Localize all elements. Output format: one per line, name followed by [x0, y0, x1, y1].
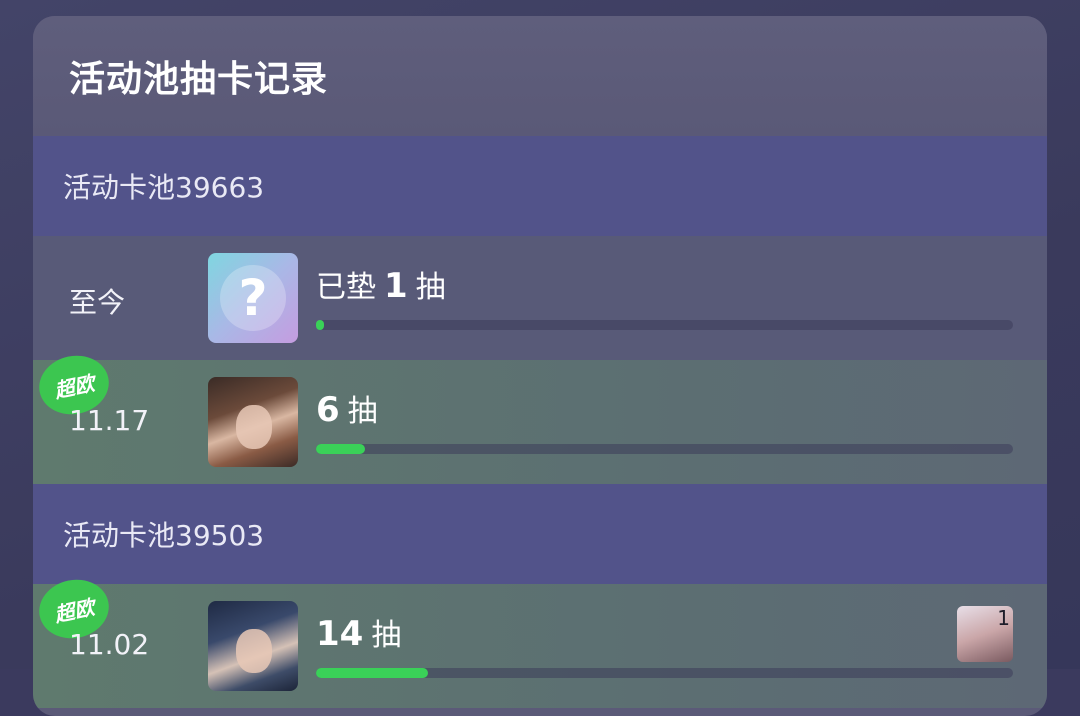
pity-progress-fill: [316, 320, 324, 330]
record-date: 11.17: [69, 404, 150, 437]
pull-count-number: 6: [316, 390, 340, 430]
pull-count-prefix: 已垫: [316, 270, 376, 305]
character-card-thumbnail[interactable]: [208, 377, 298, 467]
pity-progress-fill: [316, 668, 428, 678]
card-header: 活动池抽卡记录: [33, 16, 1047, 136]
pull-count-number: 14: [316, 614, 364, 654]
pull-count: 6 抽: [316, 386, 378, 430]
pity-progress-bar: [316, 668, 1013, 678]
pity-progress-bar: [316, 320, 1013, 330]
extra-card-thumbnail[interactable]: 1: [957, 606, 1013, 662]
question-mark-icon: ?: [220, 265, 286, 331]
pity-progress-fill: [316, 444, 365, 454]
pool-name: 活动卡池39663: [63, 171, 265, 204]
character-card-thumbnail[interactable]: [208, 601, 298, 691]
pull-count-unit: 抽: [415, 270, 446, 305]
record-date: 至今: [69, 286, 126, 319]
pull-count-number: 1: [384, 266, 408, 306]
record-row-lucky[interactable]: 超欧 11.17 6 抽: [33, 349, 1047, 484]
gacha-record-card: 活动池抽卡记录 活动卡池39663 至今 ? 已垫 1 抽 超欧 11.17 6…: [33, 16, 1047, 716]
pull-count-unit: 抽: [347, 394, 378, 429]
page: 活动池抽卡记录 活动卡池39663 至今 ? 已垫 1 抽 超欧 11.17 6…: [0, 0, 1080, 716]
character-portrait-icon: [236, 405, 272, 449]
record-date: 11.02: [69, 628, 150, 661]
pool-header[interactable]: 活动卡池39663: [33, 136, 1047, 236]
pity-progress-bar: [316, 444, 1013, 454]
record-row-pending[interactable]: 至今 ? 已垫 1 抽: [33, 236, 1047, 360]
character-portrait-icon: [236, 629, 272, 673]
record-row-lucky[interactable]: 超欧 11.02 14 抽 1: [33, 573, 1047, 708]
pool-name: 活动卡池39503: [63, 519, 265, 552]
pull-count: 已垫 1 抽: [316, 262, 446, 306]
pool-header[interactable]: 活动卡池39503: [33, 484, 1047, 584]
extra-card-count: 1: [997, 606, 1010, 630]
pull-count: 14 抽: [316, 610, 401, 654]
page-title: 活动池抽卡记录: [69, 59, 329, 100]
pull-count-unit: 抽: [371, 618, 402, 653]
unknown-card-thumbnail: ?: [208, 253, 298, 343]
